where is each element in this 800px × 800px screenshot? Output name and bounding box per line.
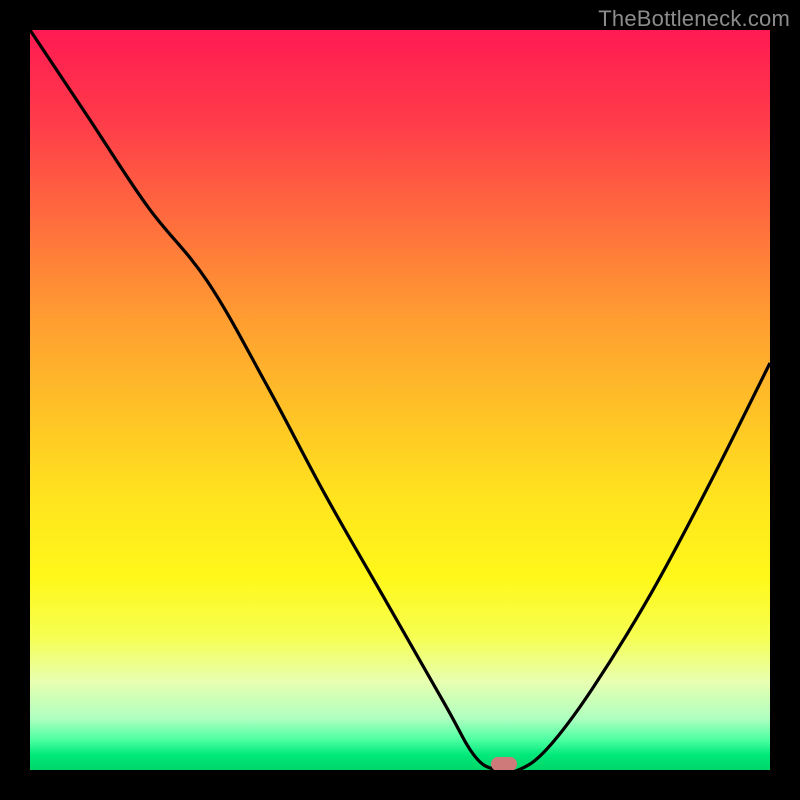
watermark-text: TheBottleneck.com [598, 6, 790, 32]
plot-area [30, 30, 770, 770]
bottleneck-curve-path [30, 30, 770, 770]
chart-frame: TheBottleneck.com [0, 0, 800, 800]
optimal-marker [491, 757, 517, 770]
curve-svg [30, 30, 770, 770]
